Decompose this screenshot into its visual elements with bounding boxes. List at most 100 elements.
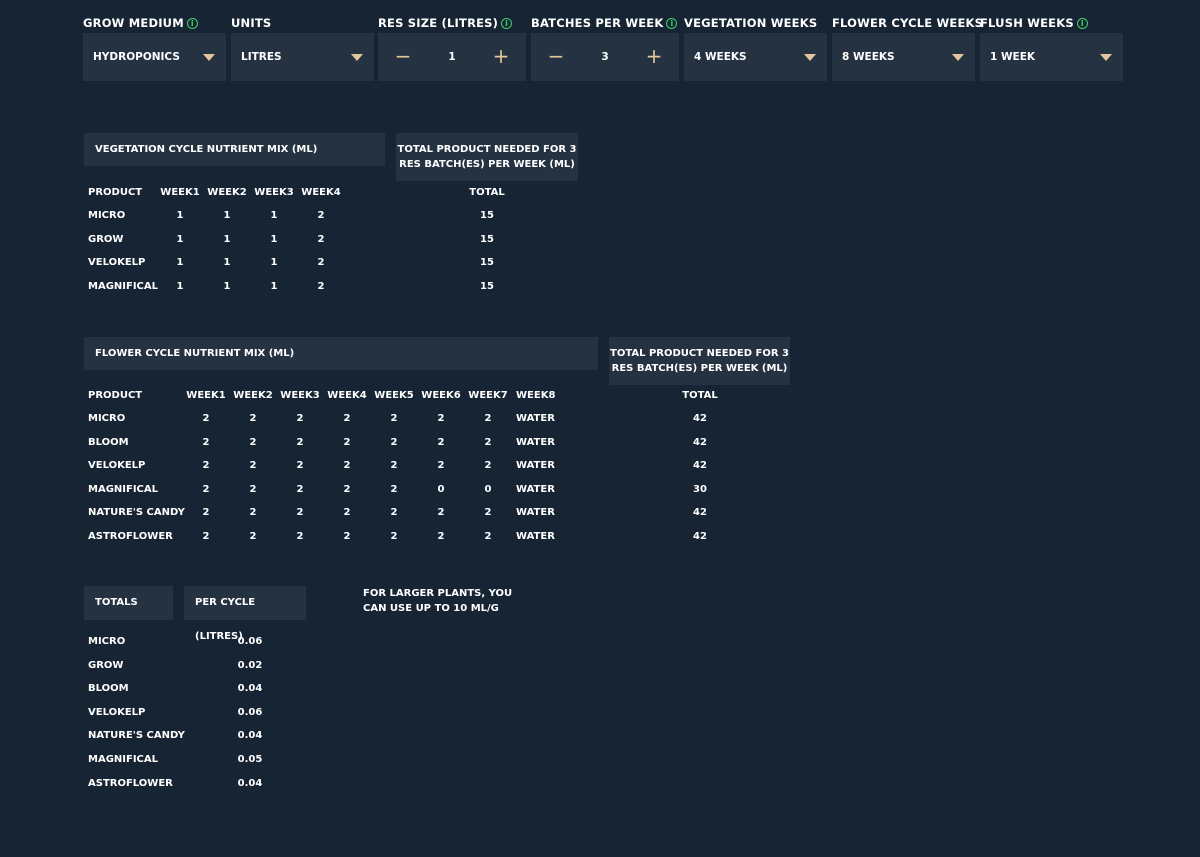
- week-value: 1: [176, 234, 184, 245]
- week-value: 2: [317, 234, 325, 245]
- week-value: 2: [317, 281, 325, 292]
- per-cycle-header: PER CYCLE (LITRES): [184, 586, 306, 642]
- week-value: 1: [270, 210, 278, 221]
- product-name: ASTROFLOWER: [88, 778, 173, 789]
- flush-weeks-control: FLUSH WEEKS i 1 WEEK: [980, 14, 1123, 81]
- units-select[interactable]: LITRES: [231, 33, 374, 81]
- week-value: 1: [176, 210, 184, 221]
- week-value: 2: [484, 507, 492, 518]
- total-value: 30: [693, 484, 707, 495]
- week-value: 2: [249, 413, 257, 424]
- larger-plants-note: FOR LARGER PLANTS, YOU CAN USE UP TO 10 …: [363, 586, 523, 616]
- chevron-down-icon: [804, 54, 816, 61]
- week-value: 0: [484, 484, 492, 495]
- week-value: 1: [223, 234, 231, 245]
- res-size-label: RES SIZE (LITRES): [378, 16, 499, 30]
- product-name: NATURE'S CANDY: [88, 507, 185, 518]
- week-value: WATER: [516, 484, 555, 495]
- week-value: 2: [296, 460, 304, 471]
- week-value: 1: [223, 210, 231, 221]
- week-value: 2: [296, 531, 304, 542]
- column-header: WEEK7: [468, 390, 508, 401]
- column-header: TOTAL: [469, 187, 505, 198]
- info-icon[interactable]: i: [186, 18, 198, 29]
- grow-medium-value: HYDROPONICS: [93, 51, 180, 63]
- flush-weeks-select[interactable]: 1 WEEK: [980, 33, 1123, 81]
- column-header: WEEK6: [421, 390, 461, 401]
- week-value: 2: [437, 507, 445, 518]
- week-value: WATER: [516, 413, 555, 424]
- week-value: 1: [176, 281, 184, 292]
- week-value: 2: [202, 413, 210, 424]
- product-name: MAGNIFICAL: [88, 281, 158, 292]
- week-value: 2: [202, 437, 210, 448]
- week-value: 2: [437, 531, 445, 542]
- total-value: 15: [480, 281, 494, 292]
- chevron-down-icon: [203, 54, 215, 61]
- chevron-down-icon: [351, 54, 363, 61]
- product-name: BLOOM: [88, 683, 129, 694]
- week-value: 2: [484, 531, 492, 542]
- product-name: GROW: [88, 234, 124, 245]
- total-value: 42: [693, 507, 707, 518]
- grow-medium-control: GROW MEDIUM i HYDROPONICS: [83, 14, 226, 81]
- week-value: 2: [484, 437, 492, 448]
- vegetation-weeks-select[interactable]: 4 WEEKS: [684, 33, 827, 81]
- note-line1: FOR LARGER PLANTS, YOU: [363, 588, 513, 599]
- flush-weeks-value: 1 WEEK: [990, 51, 1036, 63]
- increment-button[interactable]: +: [486, 33, 516, 81]
- per-cycle-value: 0.04: [237, 683, 263, 694]
- res-size-control: RES SIZE (LITRES) i − 1 +: [378, 14, 526, 81]
- res-size-stepper: − 1 +: [378, 33, 526, 81]
- week-value: 2: [202, 460, 210, 471]
- product-name: MAGNIFICAL: [88, 484, 158, 495]
- week-value: 2: [202, 531, 210, 542]
- week-value: 2: [249, 437, 257, 448]
- vegetation-weeks-value: 4 WEEKS: [694, 51, 747, 63]
- column-header: TOTAL: [682, 390, 718, 401]
- week-value: 2: [343, 460, 351, 471]
- flush-weeks-label: FLUSH WEEKS: [980, 16, 1074, 30]
- week-value: 1: [223, 257, 231, 268]
- product-name: NATURE'S CANDY: [88, 730, 185, 741]
- week-value: 2: [390, 507, 398, 518]
- vegetation-total-header: TOTAL PRODUCT NEEDED FOR 3 RES BATCH(ES)…: [396, 133, 578, 181]
- batches-control: BATCHES PER WEEK i − 3 +: [531, 14, 679, 81]
- per-cycle-value: 0.04: [237, 778, 263, 789]
- week-value: 2: [484, 413, 492, 424]
- week-value: 2: [390, 413, 398, 424]
- flower-weeks-select[interactable]: 8 WEEKS: [832, 33, 975, 81]
- week-value: 1: [176, 257, 184, 268]
- flower-mix-header: FLOWER CYCLE NUTRIENT MIX (ML): [84, 337, 598, 370]
- info-icon[interactable]: i: [666, 18, 678, 29]
- vegetation-total-title-line1: TOTAL PRODUCT NEEDED FOR 3: [397, 144, 577, 155]
- total-value: 42: [693, 413, 707, 424]
- week-value: 2: [437, 460, 445, 471]
- units-label: UNITS: [231, 16, 272, 30]
- vegetation-mix-title: VEGETATION CYCLE NUTRIENT MIX (ML): [95, 144, 318, 155]
- column-header: WEEK3: [254, 187, 294, 198]
- info-icon[interactable]: i: [501, 18, 513, 29]
- increment-button[interactable]: +: [639, 33, 669, 81]
- product-name: BLOOM: [88, 437, 129, 448]
- week-value: 2: [390, 484, 398, 495]
- week-value: 2: [296, 437, 304, 448]
- week-value: 2: [296, 507, 304, 518]
- week-value: 2: [390, 531, 398, 542]
- flower-weeks-label: FLOWER CYCLE WEEKS: [832, 16, 984, 30]
- vegetation-total-title-line2: RES BATCH(ES) PER WEEK (ML): [399, 159, 575, 170]
- week-value: 2: [343, 413, 351, 424]
- week-value: 1: [223, 281, 231, 292]
- week-value: 2: [437, 437, 445, 448]
- chevron-down-icon: [952, 54, 964, 61]
- week-value: 2: [317, 257, 325, 268]
- info-icon[interactable]: i: [1076, 18, 1088, 29]
- column-header: WEEK2: [207, 187, 247, 198]
- flower-mix-title: FLOWER CYCLE NUTRIENT MIX (ML): [95, 348, 295, 359]
- grow-medium-select[interactable]: HYDROPONICS: [83, 33, 226, 81]
- column-header: WEEK4: [301, 187, 341, 198]
- product-name: VELOKELP: [88, 707, 146, 718]
- flower-weeks-value: 8 WEEKS: [842, 51, 895, 63]
- week-value: WATER: [516, 531, 555, 542]
- total-value: 15: [480, 257, 494, 268]
